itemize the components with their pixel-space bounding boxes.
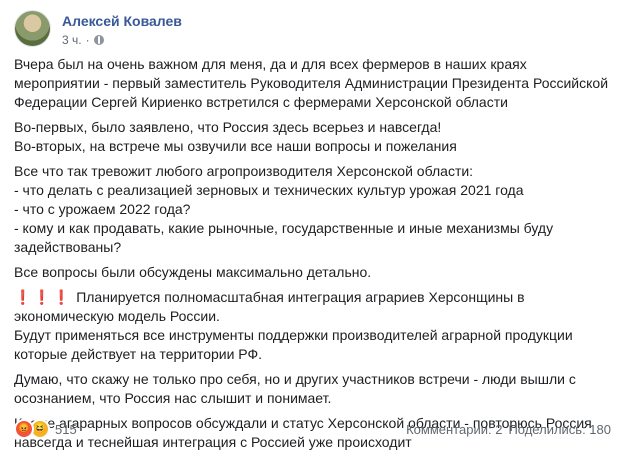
paragraph-1: Вчера был на очень важном для меня, да и… <box>14 55 611 112</box>
paragraph-5: Думаю, что скажу не только про себя, но … <box>14 370 611 408</box>
text-line: Будут применяться все инструменты поддер… <box>14 327 573 362</box>
post-footer: 😡 😆 515 Комментарии: 2 Поделились: 180 <box>14 418 611 440</box>
angry-reaction-icon: 😡 <box>14 419 34 439</box>
globe-icon[interactable] <box>93 35 104 45</box>
facebook-post: Алексей Ковалев 3 ч. · Вчера был на очен… <box>0 0 623 450</box>
text-line: Во-первых, было заявлено, что Россия зде… <box>14 119 442 135</box>
paragraph-3: Все что так тревожит любого агропроизвод… <box>14 162 611 257</box>
post-meta: 3 ч. · <box>62 33 104 47</box>
paragraph-2: Во-первых, было заявлено, что Россия зде… <box>14 118 611 156</box>
meta-separator: · <box>85 33 90 47</box>
text-line: Во-вторых, на встрече мы озвучили все на… <box>14 138 457 154</box>
shares-count-link[interactable]: Поделились: 180 <box>508 422 611 437</box>
highlight-text: Планируется полномасштабная интеграция а… <box>14 289 525 324</box>
exclamation-icons: ❗❗❗ <box>14 289 73 305</box>
highlight-line: ❗❗❗ Планируется полномасштабная интеграц… <box>14 288 611 326</box>
reactions-summary[interactable]: 😡 😆 515 <box>14 419 77 439</box>
reaction-count: 515 <box>55 421 77 437</box>
author-name[interactable]: Алексей Ковалев <box>62 13 182 29</box>
highlight-paragraph: ❗❗❗ Планируется полномасштабная интеграц… <box>14 288 611 364</box>
post-stats: Комментарии: 2 Поделились: 180 <box>406 422 611 437</box>
text-line: - что делать с реализацией зерновых и те… <box>14 182 524 198</box>
avatar[interactable] <box>14 10 51 47</box>
text-line: Все что так тревожит любого агропроизвод… <box>14 163 474 179</box>
post-timestamp[interactable]: 3 ч. <box>62 33 82 47</box>
text-line: Думаю, что скажу не только про себя, но … <box>14 371 576 406</box>
paragraph-4: Все вопросы были обсуждены максимально д… <box>14 263 611 282</box>
comments-count-link[interactable]: Комментарии: 2 <box>406 422 502 437</box>
text-line: - кому и как продавать, какие рыночные, … <box>14 220 554 255</box>
text-line: Вчера был на очень важном для меня, да и… <box>14 56 609 110</box>
post-body: Вчера был на очень важном для меня, да и… <box>14 55 611 458</box>
text-line: - что с урожаем 2022 года? <box>14 201 191 217</box>
text-line: Все вопросы были обсуждены максимально д… <box>14 264 372 280</box>
